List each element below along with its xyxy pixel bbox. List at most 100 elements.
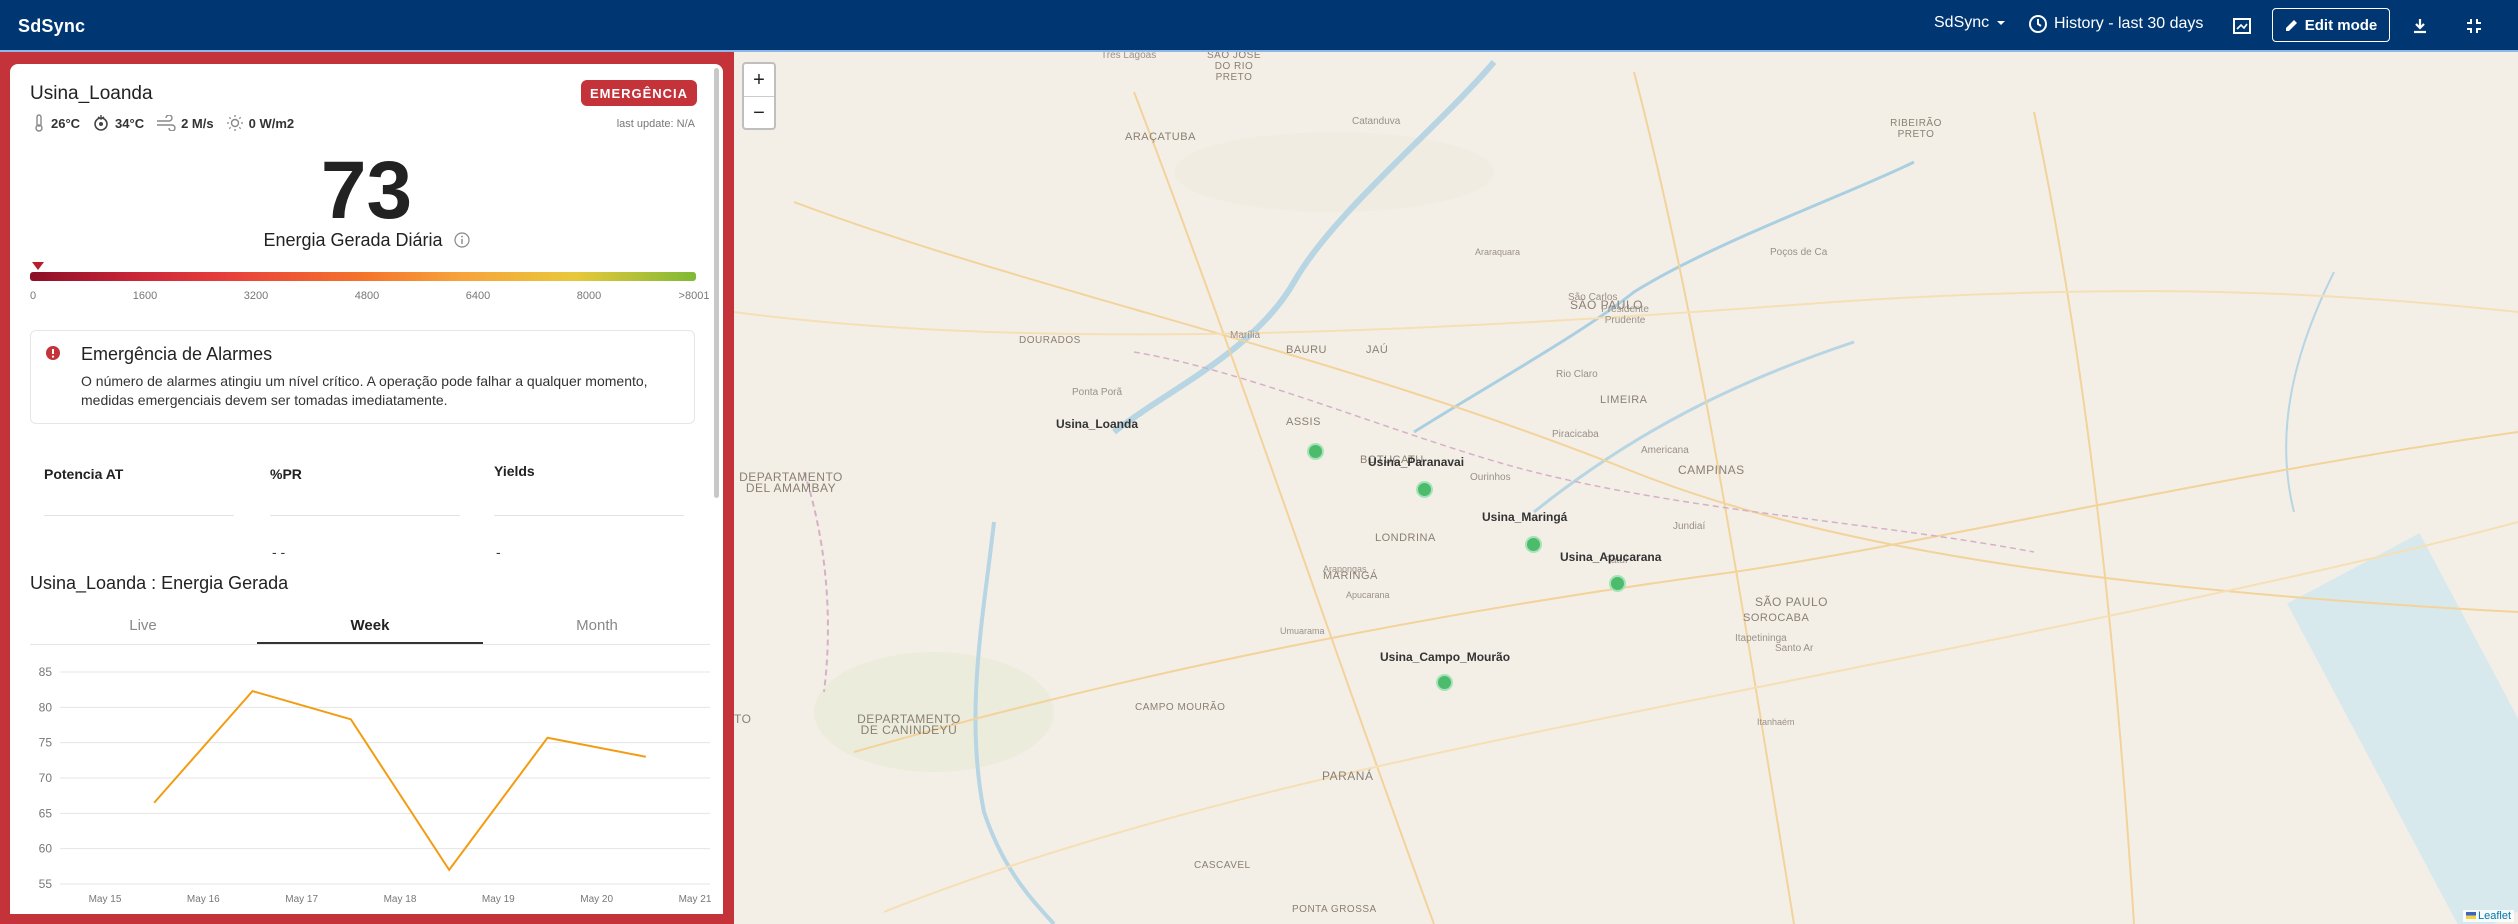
kpi-label: Potencia AT [44,466,124,482]
clock-icon [2029,15,2047,33]
gauge-tick: 6400 [465,290,491,302]
panel-scrollbar[interactable] [714,68,719,498]
exit-fullscreen-button[interactable] [2460,12,2488,40]
map-place-label: CASCAVEL [1194,860,1251,871]
map-place-label: Poços de Ca [1770,247,1828,258]
site-marker[interactable] [1416,481,1433,498]
map-place-label: PONTA GROSSA [1292,904,1377,915]
download-button[interactable] [2406,12,2434,40]
kpi-value: - [496,544,501,560]
map-place-label: DEPARTAMENTO DEL AMAMBAY [739,470,843,495]
site-marker[interactable] [1525,536,1542,553]
x-tick-label: May 15 [89,894,122,904]
gauge-tick: 8000 [576,290,602,302]
gauge-marker [32,262,44,270]
site-marker[interactable] [1436,674,1453,691]
map-place-label: Três Lagoas [1101,52,1157,61]
map-place-label: DOURADOS [1019,335,1081,346]
wind-speed-value: 2 M/s [181,115,214,131]
map-place-label: SÃO JOSÉ DO RIO PRETO [1206,52,1261,83]
site-marker[interactable] [1307,443,1324,460]
map-place-label: CAMPINAS [1678,463,1745,477]
map-place-label: Catanduva [1352,116,1401,127]
marker-label: Usina_Maringá [1482,510,1568,524]
site-card: Usina_Loanda EMERGÊNCIA 26°C 34°C 2 M/s … [10,64,723,914]
chart-title: Usina_Loanda : Energia Gerada [30,573,289,593]
tab-week[interactable]: Week [257,610,483,644]
dashboard-selector-label: SdSync [1934,14,1990,31]
map-place-label: Marília [1230,330,1261,341]
info-icon[interactable] [453,232,470,248]
kpi-divider [270,515,460,516]
y-tick-label: 80 [39,700,53,714]
gauge-tick: 4800 [354,290,380,302]
y-tick-label: 55 [39,877,53,891]
top-bar: SdSync SdSync History - last 30 days Edi… [0,0,2518,52]
map-view[interactable]: Três Lagoas SÃO JOSÉ DO RIO PRETO Catanduv… [734,52,2518,924]
energy-line-chart: 85 80 75 70 65 60 55 May 15 May 16 May 17 May 18 Ma… [39,665,712,904]
zoom-out-button[interactable]: − [744,96,774,129]
map-place-label: RIBEIRÃO PRETO [1890,118,1942,140]
alarm-title: Emergência de Alarmes [81,344,273,364]
tabs-divider [30,644,710,645]
map-place-label: MARINGÁ [1323,570,1378,582]
marker-label: Usina_Campo_Mourão [1380,650,1511,664]
irradiance: 0 W/m2 [226,114,295,132]
kpi-label: Yields [494,463,535,479]
site-marker[interactable] [1609,575,1626,592]
frame-icon [2233,18,2251,34]
gauge-tick: >8001 [678,290,710,302]
map-place-label: LIMEIRA [1600,394,1648,406]
gauge-bar [30,272,696,281]
zoom-in-button[interactable]: + [744,64,774,96]
last-update: last update: N/A [616,118,695,130]
x-tick-label: May 19 [482,894,515,904]
map-place-label: SÃO PAULO [1755,595,1828,609]
marker-label: Usina_Paranavai [1368,455,1465,469]
status-badge: EMERGÊNCIA [581,80,697,106]
history-selector[interactable]: History - last 30 days [2028,14,2203,34]
y-tick-label: 60 [39,842,53,856]
y-tick-label: 75 [39,736,53,750]
kpi-value: - - [272,544,286,560]
tab-month[interactable]: Month [484,610,710,642]
alarm-text: O número de alarmes atingiu um nível crí… [81,373,648,408]
map-place-label: Araraquara [1475,247,1521,257]
edit-mode-button[interactable]: Edit mode [2272,8,2390,42]
gauge-tick: 0 [30,290,37,302]
y-tick-label: 85 [39,665,53,679]
zoom-control: + − [742,62,776,130]
map-place-label: Ourinhos [1470,472,1511,483]
module-temp-icon [94,115,108,131]
map-place-label: Santo Ar [1775,643,1814,654]
daily-energy-label: Energia Gerada Diária [10,230,723,251]
chart-tabs: Live Week Month [30,610,710,644]
history-label: History - last 30 days [2054,15,2204,32]
marker-label: Usina_Apucarana [1560,550,1662,564]
site-name: Usina_Loanda [30,83,153,104]
map-place-label: PARANÁ [1322,769,1374,783]
attribution-link[interactable]: Leaflet [2478,910,2511,922]
map-place-label: ARAÇATUBA [1125,131,1196,143]
tab-live[interactable]: Live [30,610,256,642]
irradiance-value: 0 W/m2 [248,115,295,131]
alarm-alert: Emergência de Alarmes O número de alarme… [30,330,695,424]
fullscreen-frame-button[interactable] [2228,12,2256,40]
map-place-label: Apucarana [1346,590,1390,600]
map-place-label: Umuarama [1280,626,1325,636]
map-canvas [734,60,2518,924]
daily-energy-value: 73 [320,145,413,236]
map-attribution[interactable]: Leaflet [2462,910,2514,922]
app-brand[interactable]: SdSync [18,16,85,37]
kpi-divider [44,515,234,516]
weather-row: 26°C 34°C 2 M/s 0 W/m2 [32,114,306,132]
map-place-label: São Carlos [1568,292,1618,303]
map-place-label: DEPARTAMENTO DE CANINDEYÚ [857,712,961,737]
dashboard-selector[interactable]: SdSync [1934,14,2007,32]
caret-down-icon [1997,21,2006,25]
energy-series-line [153,689,647,872]
map-place-label: TO [734,712,752,726]
x-tick-label: May 21 [679,894,712,904]
map-place-label: LONDRINA [1375,532,1436,544]
map-place-label: BAURU [1286,344,1328,356]
